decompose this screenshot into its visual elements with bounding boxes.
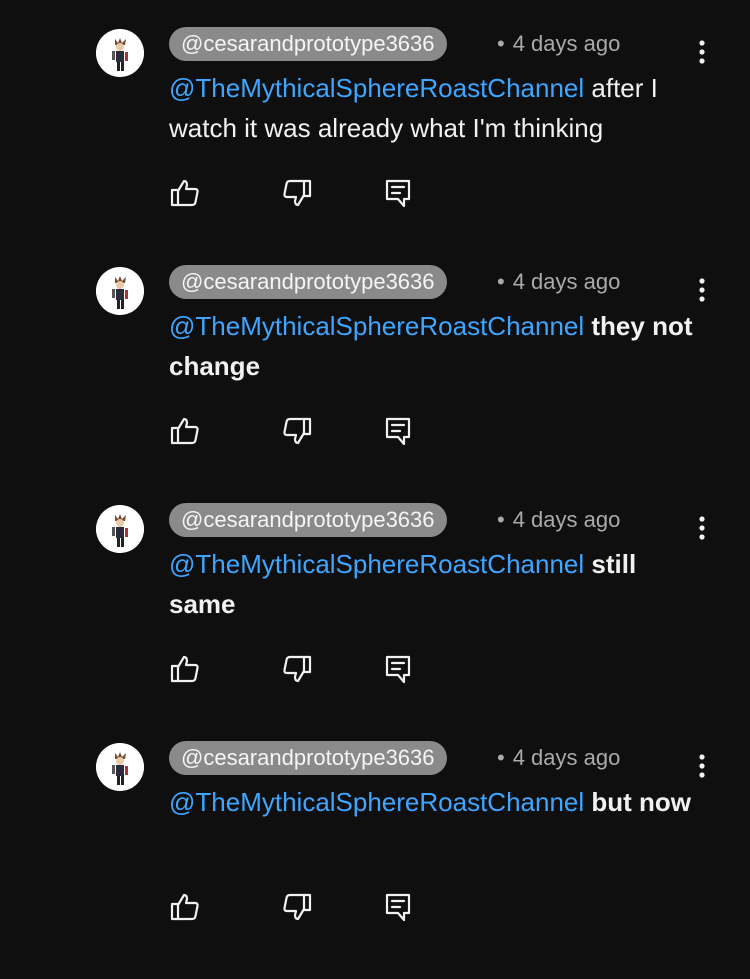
reply-icon (385, 893, 411, 922)
comment-timestamp: 4 days ago (512, 269, 621, 294)
thumbs-up-icon (170, 655, 199, 683)
more-vertical-icon (699, 516, 705, 540)
dislike-button[interactable] (281, 891, 313, 923)
separator-dot: • (497, 31, 505, 56)
comment-text: @TheMythicalSphereRoastChannel after I w… (169, 68, 709, 148)
comment-text: @TheMythicalSphereRoastChannel still sam… (169, 544, 709, 624)
mention-link[interactable]: @TheMythicalSphereRoastChannel (169, 73, 584, 103)
reply-icon (385, 179, 411, 208)
thumbs-down-icon (283, 179, 312, 207)
like-button[interactable] (169, 891, 201, 923)
thumbs-down-icon (283, 655, 312, 683)
comment-body: but now (584, 787, 692, 817)
comment-text: @TheMythicalSphereRoastChannel they not … (169, 306, 709, 386)
reply-button[interactable] (383, 415, 415, 447)
thumbs-up-icon (170, 417, 199, 445)
more-options-button[interactable] (688, 511, 716, 545)
mention-link[interactable]: @TheMythicalSphereRoastChannel (169, 787, 584, 817)
author-handle[interactable]: @cesarandprototype3636 (169, 27, 447, 61)
comment-timestamp: 4 days ago (512, 507, 621, 532)
comment-item: @cesarandprototype3636 • 4 days ago @TheM… (0, 741, 750, 979)
comment-item: @cesarandprototype3636 • 4 days ago @TheM… (0, 265, 750, 503)
dislike-button[interactable] (281, 177, 313, 209)
reply-button[interactable] (383, 653, 415, 685)
comment-meta: • 4 days ago (497, 265, 620, 299)
more-vertical-icon (699, 278, 705, 302)
thumbs-down-icon (283, 893, 312, 921)
comment-timestamp: 4 days ago (512, 31, 621, 56)
more-vertical-icon (699, 754, 705, 778)
more-options-button[interactable] (688, 35, 716, 69)
like-button[interactable] (169, 177, 201, 209)
separator-dot: • (497, 507, 505, 532)
thumbs-up-icon (170, 893, 199, 921)
comment-meta: • 4 days ago (497, 27, 620, 61)
mention-link[interactable]: @TheMythicalSphereRoastChannel (169, 311, 584, 341)
separator-dot: • (497, 745, 505, 770)
comment-meta: • 4 days ago (497, 741, 620, 775)
author-handle[interactable]: @cesarandprototype3636 (169, 741, 447, 775)
reply-button[interactable] (383, 177, 415, 209)
avatar[interactable] (96, 267, 144, 315)
dislike-button[interactable] (281, 653, 313, 685)
like-button[interactable] (169, 653, 201, 685)
author-handle[interactable]: @cesarandprototype3636 (169, 265, 447, 299)
reply-icon (385, 655, 411, 684)
comment-timestamp: 4 days ago (512, 745, 621, 770)
comment-item: @cesarandprototype3636 • 4 days ago @TheM… (0, 27, 750, 265)
author-handle[interactable]: @cesarandprototype3636 (169, 503, 447, 537)
reply-icon (385, 417, 411, 446)
reply-button[interactable] (383, 891, 415, 923)
more-options-button[interactable] (688, 273, 716, 307)
avatar[interactable] (96, 29, 144, 77)
avatar[interactable] (96, 505, 144, 553)
separator-dot: • (497, 269, 505, 294)
more-options-button[interactable] (688, 749, 716, 783)
comment-item: @cesarandprototype3636 • 4 days ago @TheM… (0, 503, 750, 741)
comment-text: @TheMythicalSphereRoastChannel but now (169, 782, 709, 822)
avatar[interactable] (96, 743, 144, 791)
comment-meta: • 4 days ago (497, 503, 620, 537)
thumbs-up-icon (170, 179, 199, 207)
dislike-button[interactable] (281, 415, 313, 447)
like-button[interactable] (169, 415, 201, 447)
mention-link[interactable]: @TheMythicalSphereRoastChannel (169, 549, 584, 579)
more-vertical-icon (699, 40, 705, 64)
thumbs-down-icon (283, 417, 312, 445)
